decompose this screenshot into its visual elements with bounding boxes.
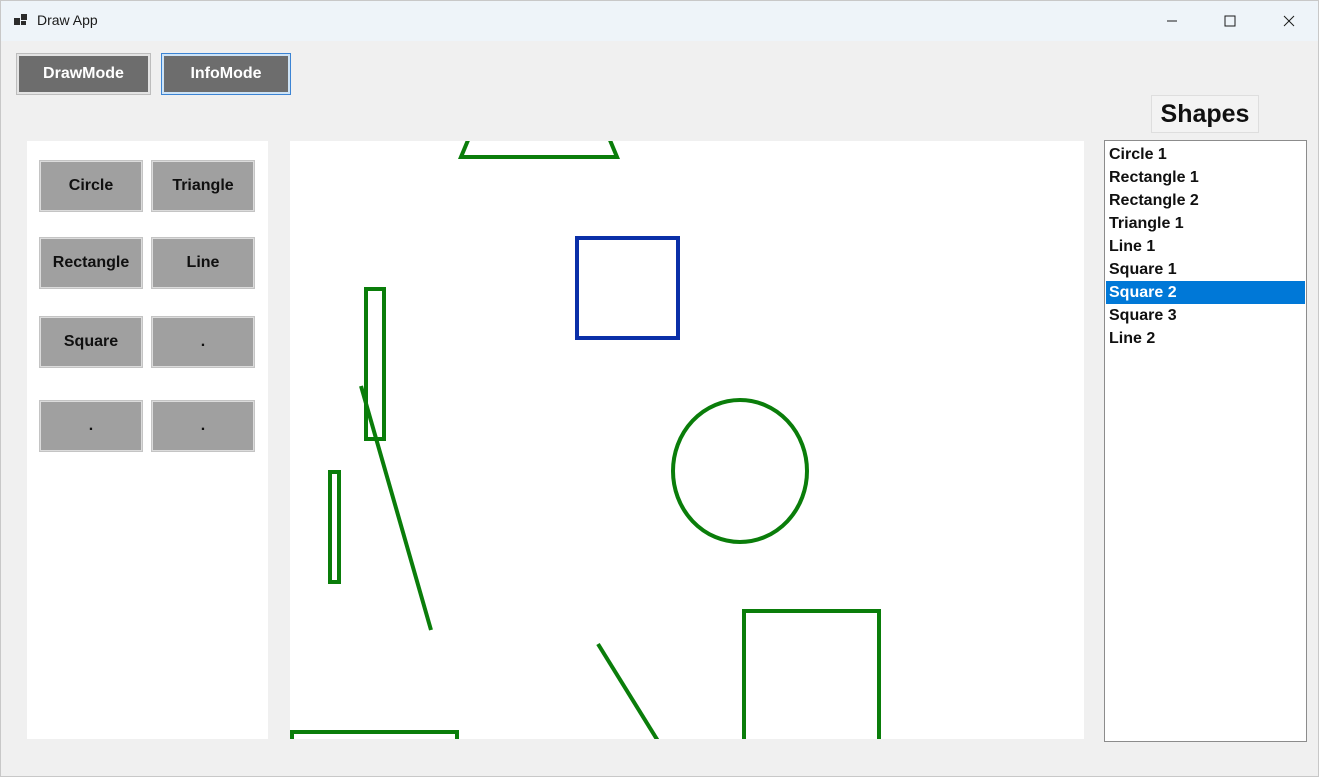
list-item-square-1[interactable]: Square 1	[1106, 258, 1305, 281]
triangle-shape	[458, 141, 620, 159]
tool-panel: Circle Triangle Rectangle Line Square . …	[27, 141, 268, 739]
list-item-rectangle-1[interactable]: Rectangle 1	[1106, 166, 1305, 189]
maximize-button[interactable]	[1201, 1, 1259, 41]
rectangle-tool-button[interactable]: Rectangle	[39, 237, 143, 289]
list-item-square-2[interactable]: Square 2	[1106, 281, 1305, 304]
list-item-rectangle-2[interactable]: Rectangle 2	[1106, 189, 1305, 212]
placeholder-tool-button-1[interactable]: .	[151, 316, 255, 368]
list-item-line-1[interactable]: Line 1	[1106, 235, 1305, 258]
minimize-icon	[1167, 20, 1177, 22]
square-tool-button[interactable]: Square	[39, 316, 143, 368]
circle-tool-button[interactable]: Circle	[39, 160, 143, 212]
selected-square-shape	[575, 236, 680, 340]
draw-mode-button[interactable]: DrawMode	[16, 53, 151, 95]
placeholder-tool-button-2[interactable]: .	[39, 400, 143, 452]
app-window: Draw App DrawMode InfoMode Circle Triang…	[0, 0, 1319, 777]
title-bar: Draw App	[1, 1, 1318, 41]
line-shape-1	[359, 385, 433, 631]
maximize-icon	[1224, 15, 1236, 27]
square-shape-3	[742, 609, 881, 739]
close-icon	[1283, 15, 1295, 27]
placeholder-tool-button-3[interactable]: .	[151, 400, 255, 452]
triangle-tool-button[interactable]: Triangle	[151, 160, 255, 212]
rectangle-shape-2	[328, 470, 341, 584]
window-title: Draw App	[37, 12, 98, 28]
info-mode-button[interactable]: InfoMode	[161, 53, 291, 95]
list-item-square-3[interactable]: Square 3	[1106, 304, 1305, 327]
line-tool-button[interactable]: Line	[151, 237, 255, 289]
list-item-line-2[interactable]: Line 2	[1106, 327, 1305, 350]
shapes-panel-title: Shapes	[1151, 95, 1259, 133]
close-button[interactable]	[1260, 1, 1318, 41]
circle-shape	[671, 398, 809, 544]
shapes-list[interactable]: Circle 1 Rectangle 1 Rectangle 2 Triangl…	[1104, 140, 1307, 742]
line-shape-2	[596, 642, 660, 739]
app-icon	[13, 12, 29, 28]
canvas-shapes	[290, 141, 881, 739]
list-item-triangle-1[interactable]: Triangle 1	[1106, 212, 1305, 235]
square-shape-1	[290, 730, 459, 739]
minimize-button[interactable]	[1143, 1, 1201, 41]
drawing-canvas[interactable]	[290, 141, 1084, 739]
list-item-circle-1[interactable]: Circle 1	[1106, 143, 1305, 166]
